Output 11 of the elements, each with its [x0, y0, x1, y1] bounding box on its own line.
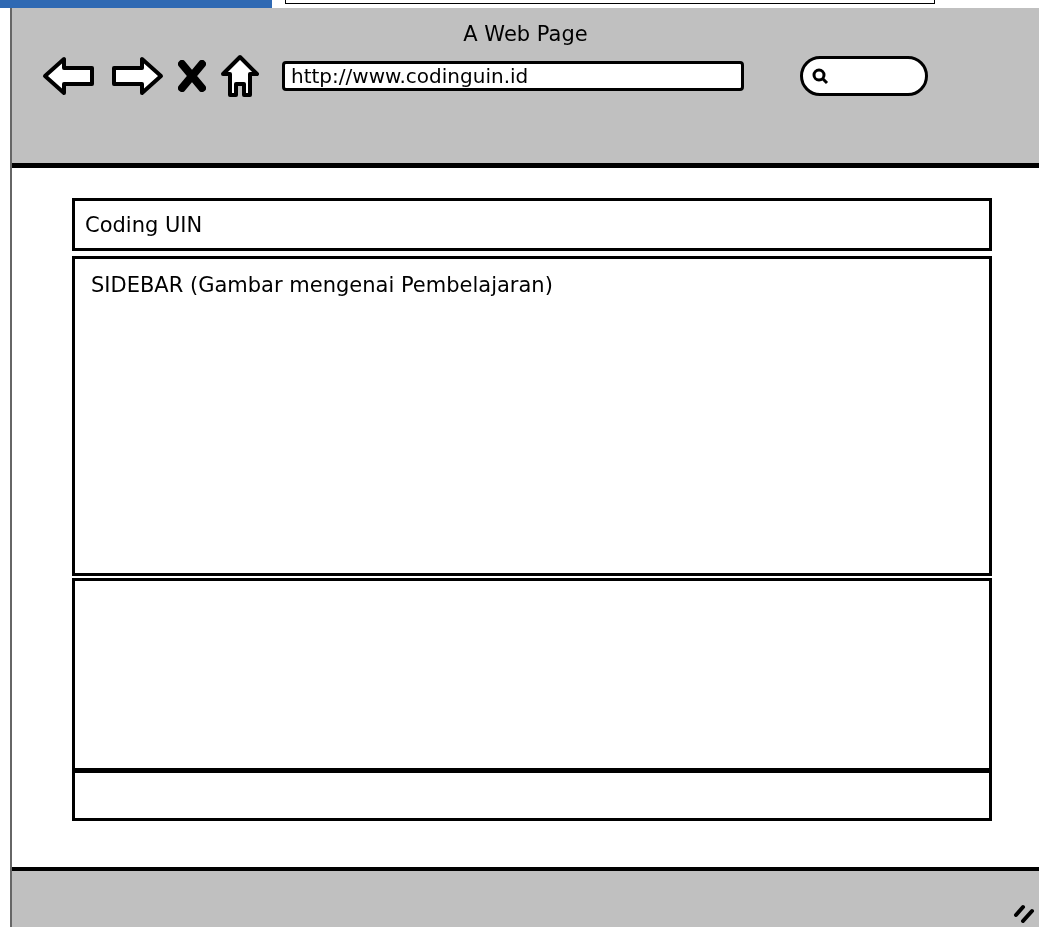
resize-grip-icon[interactable] [1013, 903, 1035, 923]
window-title: A Web Page [463, 22, 588, 46]
site-title: Coding UIN [85, 212, 203, 237]
forward-arrow-icon[interactable] [110, 56, 164, 96]
close-icon[interactable] [178, 60, 206, 92]
search-icon [811, 67, 829, 85]
search-field[interactable] [800, 56, 928, 96]
home-icon[interactable] [220, 54, 260, 98]
address-field[interactable]: http://www.codinguin.id [282, 61, 744, 91]
back-arrow-icon[interactable] [42, 56, 96, 96]
sidebar-label: SIDEBAR (Gambar mengenai Pembelajaran) [91, 273, 553, 297]
